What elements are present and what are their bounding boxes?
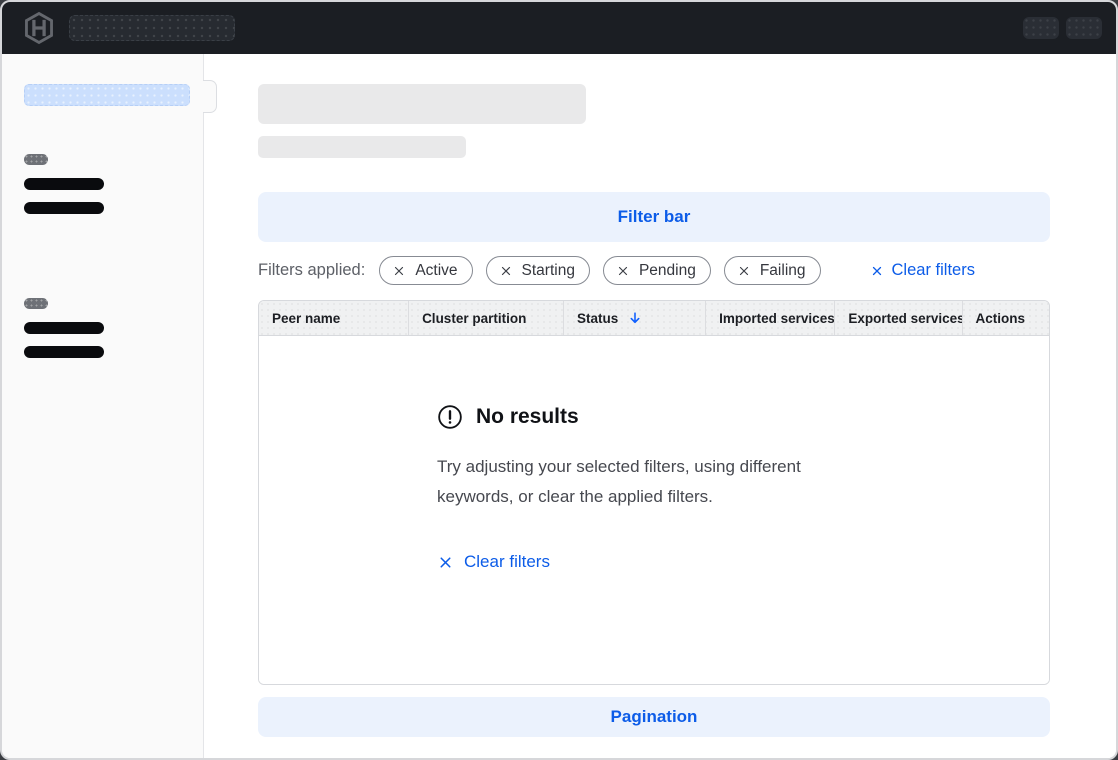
main-content: Filter bar Filters applied: Active Start… <box>204 54 1116 758</box>
page-title-skeleton <box>258 84 586 124</box>
dismiss-x-icon[interactable] <box>737 264 751 278</box>
sidebar-item-skeleton-2[interactable] <box>24 202 104 214</box>
page-subtitle-skeleton <box>258 136 466 158</box>
filter-bar-label: Filter bar <box>618 207 691 227</box>
sort-descending-arrow-icon[interactable] <box>628 311 642 325</box>
column-header-actions[interactable]: Actions <box>962 301 1049 335</box>
dismiss-x-icon[interactable] <box>499 264 513 278</box>
sidebar-flyout-tab[interactable] <box>203 80 217 113</box>
dismiss-x-icon[interactable] <box>616 264 630 278</box>
nav-action-skeleton-2[interactable] <box>1066 17 1102 39</box>
column-header-cluster-partition[interactable]: Cluster partition <box>408 301 563 335</box>
app-body: Filter bar Filters applied: Active Start… <box>2 54 1116 758</box>
column-header-label: Status <box>577 311 618 326</box>
column-header-label: Actions <box>976 311 1026 326</box>
table-body: No results Try adjusting your selected f… <box>259 336 1049 684</box>
clear-x-icon <box>870 264 884 278</box>
sidebar-section-label-skeleton-2 <box>24 298 48 309</box>
filter-pill-active[interactable]: Active <box>379 256 472 285</box>
dismiss-x-icon[interactable] <box>392 264 406 278</box>
peers-table: Peer name Cluster partition Status Impor… <box>258 300 1050 685</box>
empty-state-description: Try adjusting your selected filters, usi… <box>437 452 861 512</box>
filter-pill-label: Active <box>415 262 457 280</box>
alert-circle-icon <box>437 404 463 430</box>
empty-state-clear-filters-link[interactable]: Clear filters <box>437 552 550 572</box>
table-header-row: Peer name Cluster partition Status Impor… <box>259 301 1049 336</box>
pagination-placeholder: Pagination <box>258 697 1050 737</box>
clear-filters-label: Clear filters <box>892 261 975 280</box>
column-header-label: Cluster partition <box>422 311 526 326</box>
sidebar-item-skeleton-3[interactable] <box>24 322 104 334</box>
filter-pill-starting[interactable]: Starting <box>486 256 590 285</box>
column-header-label: Peer name <box>272 311 340 326</box>
empty-state-clear-filters-label: Clear filters <box>464 552 550 572</box>
column-header-label: Exported services <box>848 311 961 326</box>
filter-pill-label: Starting <box>522 262 575 280</box>
column-header-status[interactable]: Status <box>563 301 705 335</box>
sidebar-section-label-skeleton-1 <box>24 154 48 165</box>
filters-applied-label: Filters applied: <box>258 261 365 280</box>
app-window: Filter bar Filters applied: Active Start… <box>0 0 1118 760</box>
column-header-exported-services[interactable]: Exported services <box>834 301 961 335</box>
empty-state-title: No results <box>476 405 579 429</box>
clear-filters-link[interactable]: Clear filters <box>870 261 975 280</box>
clear-x-icon <box>437 554 454 571</box>
sidebar-item-skeleton-1[interactable] <box>24 178 104 190</box>
filter-pill-failing[interactable]: Failing <box>724 256 821 285</box>
empty-state: No results Try adjusting your selected f… <box>437 404 882 576</box>
filter-pill-label: Pending <box>639 262 696 280</box>
column-header-label: Imported services <box>719 311 834 326</box>
empty-state-header: No results <box>437 404 882 430</box>
applied-filters-row: Filters applied: Active Starting <box>258 256 1050 285</box>
filter-pill-pending[interactable]: Pending <box>603 256 711 285</box>
nav-search-skeleton[interactable] <box>69 15 235 41</box>
column-header-peer-name[interactable]: Peer name <box>259 301 408 335</box>
sidebar <box>2 54 204 758</box>
filter-pill-label: Failing <box>760 262 806 280</box>
sidebar-item-skeleton-4[interactable] <box>24 346 104 358</box>
top-navbar <box>2 2 1116 54</box>
column-header-imported-services[interactable]: Imported services <box>705 301 834 335</box>
pagination-label: Pagination <box>611 707 698 727</box>
sidebar-selected-item-skeleton[interactable] <box>24 84 190 106</box>
nav-action-skeleton-1[interactable] <box>1023 17 1059 39</box>
filter-bar-placeholder: Filter bar <box>258 192 1050 242</box>
hashicorp-logo-icon[interactable] <box>22 11 56 45</box>
